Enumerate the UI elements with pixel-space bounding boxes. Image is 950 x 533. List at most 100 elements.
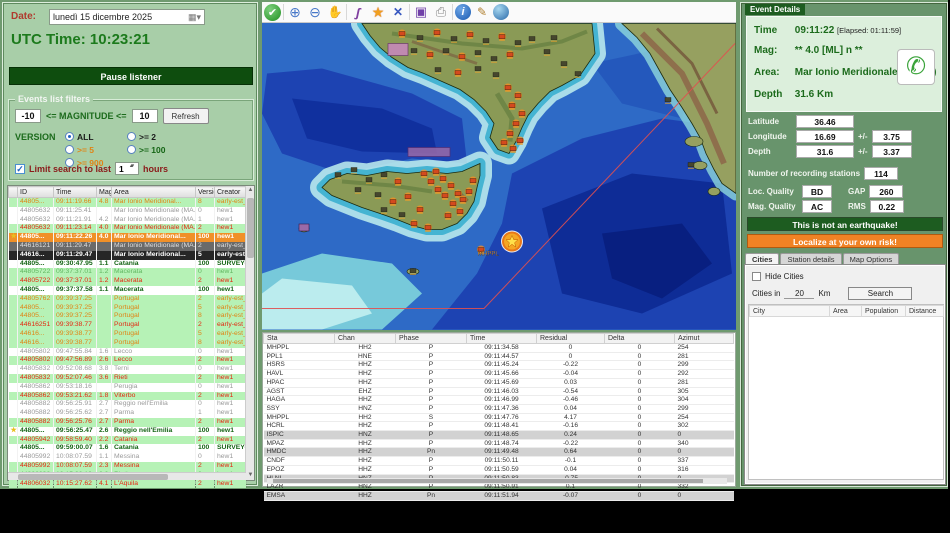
station-row[interactable]: HPAC HHZ P 09:11:45.69 0.03 0 281 [263,378,734,388]
version-option-2[interactable]: >= 2 [127,130,189,143]
version-option-ALL[interactable]: ALL [65,130,127,143]
station-marker[interactable] [365,177,373,182]
station-row[interactable]: LAZR HNZ P 09:11:50.91 0.1 0 332 [263,482,734,492]
station-marker[interactable] [465,189,473,194]
station-marker[interactable] [459,197,467,202]
station-row[interactable]: SSY HNZ P 09:11:47.36 0.04 0 299 [263,404,734,414]
events-vertical-scrollbar[interactable]: ▲ ▼ [245,186,254,480]
station-marker[interactable] [514,40,522,45]
station-marker[interactable] [454,70,462,75]
station-marker[interactable] [482,38,490,43]
station-marker[interactable] [514,93,522,98]
refresh-button[interactable]: Refresh [162,108,209,124]
event-row[interactable]: 44805832 09:52:08.68 3.8 Terni 0 hew1 [8,365,247,374]
latitude-value[interactable]: 36.46 [796,115,854,128]
station-marker[interactable] [456,209,464,214]
station-marker[interactable] [500,140,508,145]
stations-col-header[interactable]: Phase [395,333,467,344]
globe-icon[interactable] [493,4,509,20]
station-marker[interactable] [441,193,449,198]
station-row[interactable]: HCRL HHZ P 09:11:48.41 -0.16 0 302 [263,421,734,432]
station-marker[interactable] [424,225,432,230]
station-marker[interactable] [508,103,516,108]
station-marker[interactable] [528,36,536,41]
hide-cities-checkbox[interactable] [752,272,761,281]
station-marker[interactable] [334,172,342,177]
events-col-header[interactable]: Area [111,186,196,198]
station-marker[interactable] [409,268,417,273]
events-horizontal-scrollbar[interactable] [8,472,246,480]
station-marker[interactable] [469,178,477,183]
stations-col-header[interactable]: Delta [604,333,675,344]
call-button[interactable]: ✆ [897,49,935,85]
not-earthquake-button[interactable]: This is not an earthquake! [747,217,943,231]
station-marker[interactable] [490,56,498,61]
event-row[interactable]: 44806032 10:15:27.62 4.1 L'Aquila 2 hew1 [8,479,247,489]
event-row[interactable]: 44805632 09:11:23.14 4.0 Mar Ionio Meridion… [8,224,247,234]
event-row[interactable]: 44616...09:39:38.77 Portugal8early-est_ee… [8,338,247,348]
event-row[interactable]: 4480576209:39:37.25 Portugal2early-est_ee… [8,294,247,304]
event-row[interactable]: 44616121 09:11:29.47 Mar Ionio Meridionale… [8,241,247,251]
station-marker[interactable] [509,146,517,151]
pencil-icon[interactable]: ✎ [473,3,491,21]
events-col-header[interactable]: Creator [214,186,247,198]
stations-col-header[interactable]: Sta [263,333,335,344]
event-row[interactable]: 44805802 09:47:55.84 1.6 Lecco 0 hew1 [8,347,247,357]
event-row[interactable]: 44805882 09:56:25.62 2.7 Parma 1 hew1 [8,409,247,418]
station-marker[interactable] [518,111,526,116]
events-col-header[interactable]: Mag [96,186,112,198]
station-marker[interactable] [560,61,568,66]
station-marker[interactable] [449,201,457,206]
zoom-in-icon[interactable]: ⊕ [286,3,304,21]
loc-quality-value[interactable]: BD [802,185,832,198]
map[interactable]: MHPPL [262,23,736,330]
station-marker[interactable] [550,35,558,40]
station-marker[interactable] [432,169,440,174]
station-row[interactable]: HAGA HHZ P 09:11:46.99 -0.46 0 304 [263,395,734,405]
zoom-out-icon[interactable]: ⊖ [306,3,324,21]
pan-icon[interactable]: ✋ [326,3,344,21]
version-option-100[interactable]: >= 100 [127,143,189,156]
cities-km-input[interactable]: 20 [784,288,815,299]
station-marker[interactable] [398,31,406,36]
station-marker[interactable] [380,172,388,177]
station-marker[interactable] [512,121,520,126]
station-row[interactable]: HAVL HHZ P 09:11:45.66 -0.04 0 292 [263,369,734,379]
depth2-value[interactable]: 31.6 [796,145,854,158]
station-marker[interactable] [458,54,466,59]
station-marker[interactable] [350,167,358,172]
station-marker[interactable] [574,71,582,76]
station-marker[interactable] [506,131,514,136]
pause-listener-button[interactable]: Pause listener [9,67,253,85]
event-row[interactable]: 44805632 09:11:25.41 Mar Ionio Meridionale… [8,206,247,216]
station-marker[interactable] [426,52,434,57]
station-marker[interactable] [474,66,482,71]
events-col-header[interactable] [8,186,18,198]
station-marker[interactable] [442,48,450,53]
stations-col-header[interactable]: Azimut [674,333,734,344]
event-row[interactable]: 44616...09:39:38.77 Portugal5early-est_ee… [8,329,247,339]
events-col-header[interactable]: ID [17,186,54,198]
station-marker[interactable] [380,207,388,212]
station-marker[interactable] [404,194,412,199]
gap-value[interactable]: 260 [869,185,904,198]
search-button[interactable]: Search [848,287,913,300]
cities-col-header[interactable]: Distance [905,305,944,317]
event-row[interactable]: 44805632 09:11:21.91 4.2 Mar Ionio Meridion… [8,215,247,225]
station-marker[interactable] [394,179,402,184]
mag-max-input[interactable]: 10 [131,109,158,123]
station-marker[interactable] [298,223,310,232]
event-row[interactable]: 44805832 09:52:07.46 3.6 Rieti 2 hew1 [8,373,247,383]
depth-error-value[interactable]: 3.37 [871,145,912,158]
validate-icon[interactable]: ✔ [264,3,281,21]
italy-icon[interactable]: ʃ [347,1,368,22]
station-marker[interactable] [447,183,455,188]
event-row[interactable]: 44805992 10:08:07.59 1.1 Messina 0 hew1 [8,453,247,462]
longitude-value[interactable]: 16.69 [796,130,854,143]
events-col-header[interactable]: Time [53,186,97,198]
measure-icon[interactable]: ✕ [389,3,407,21]
num-stations-value[interactable]: 114 [864,167,899,180]
station-marker[interactable] [516,138,524,143]
station-row[interactable]: CNDF HHZ P 09:11:50.11 -0.1 0 337 [263,456,734,466]
station-marker[interactable] [687,162,695,167]
